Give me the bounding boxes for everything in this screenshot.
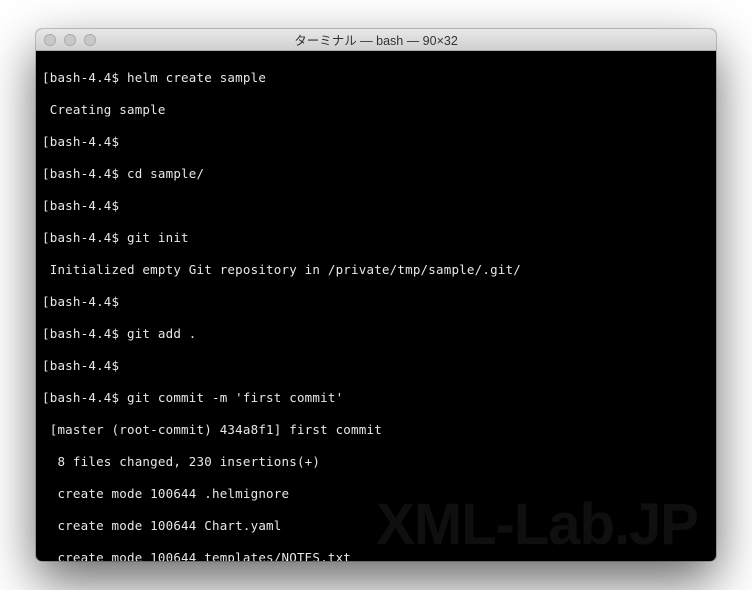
terminal-line: [bash-4.4$ helm create sample ]: [42, 70, 710, 86]
close-icon[interactable]: [44, 34, 56, 46]
terminal-window: ターミナル — bash — 90×32 [bash-4.4$ helm cre…: [36, 29, 716, 561]
terminal-line: [bash-4.4$ ]: [42, 358, 710, 374]
zoom-icon[interactable]: [84, 34, 96, 46]
terminal-line: create mode 100644 Chart.yaml: [42, 518, 710, 534]
terminal-line: [bash-4.4$ ]: [42, 134, 710, 150]
terminal-line: [bash-4.4$ ]: [42, 198, 710, 214]
terminal-line: create mode 100644 templates/NOTES.txt: [42, 550, 710, 561]
terminal-line: [bash-4.4$ git commit -m 'first commit' …: [42, 390, 710, 406]
terminal-line: [bash-4.4$ git add . ]: [42, 326, 710, 342]
terminal-line: [bash-4.4$ ]: [42, 294, 710, 310]
titlebar: ターミナル — bash — 90×32: [36, 29, 716, 51]
terminal-line: [bash-4.4$ git init ]: [42, 230, 710, 246]
terminal-body[interactable]: [bash-4.4$ helm create sample ] Creating…: [36, 51, 716, 561]
terminal-line: create mode 100644 .helmignore: [42, 486, 710, 502]
window-title: ターミナル — bash — 90×32: [36, 30, 716, 49]
terminal-line: [master (root-commit) 434a8f1] first com…: [42, 422, 710, 438]
terminal-line: [bash-4.4$ cd sample/ ]: [42, 166, 710, 182]
terminal-line: Initialized empty Git repository in /pri…: [42, 262, 710, 278]
minimize-icon[interactable]: [64, 34, 76, 46]
terminal-line: Creating sample: [42, 102, 710, 118]
traffic-lights: [36, 34, 96, 46]
terminal-line: 8 files changed, 230 insertions(+): [42, 454, 710, 470]
